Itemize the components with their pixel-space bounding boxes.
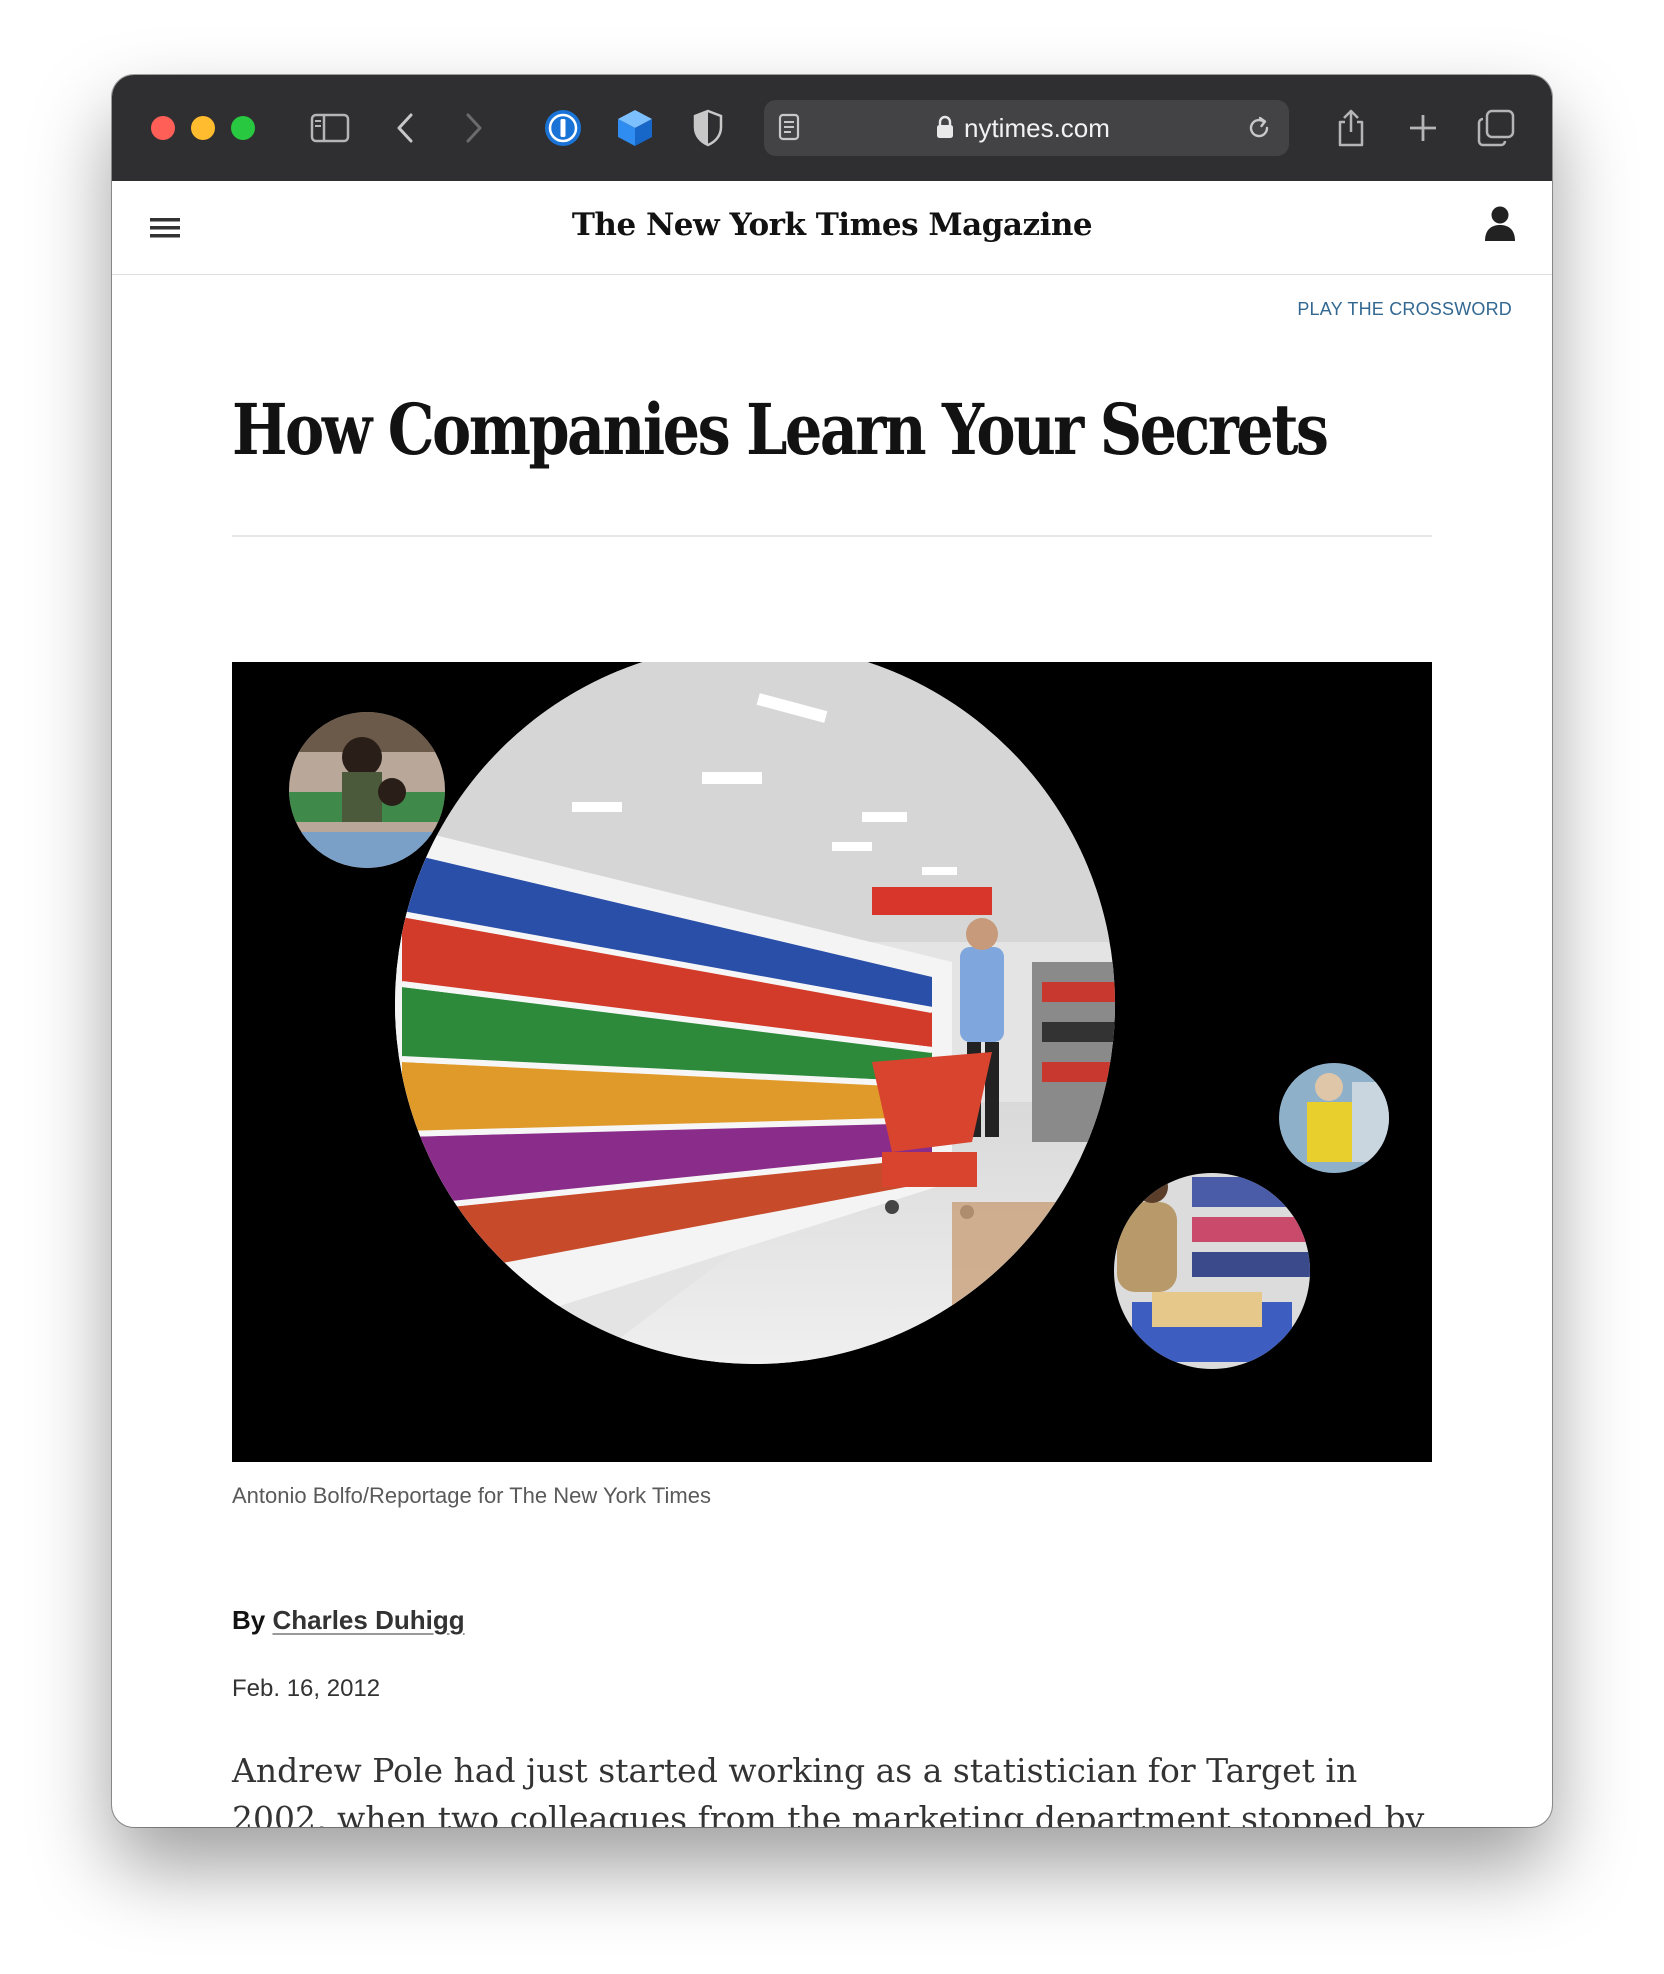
headline-divider [232, 535, 1432, 537]
author-link[interactable]: Charles Duhigg [272, 1605, 464, 1635]
address-bar[interactable]: nytimes.com [764, 100, 1289, 156]
article-headline: How Companies Learn Your Secrets [232, 388, 1329, 471]
browser-toolbar: nytimes.com [112, 75, 1552, 182]
close-window-button[interactable] [151, 116, 175, 140]
extension-cube-icon[interactable] [612, 105, 658, 151]
byline: By Charles Duhigg [232, 1605, 465, 1636]
password-manager-icon[interactable] [540, 105, 586, 151]
url-text[interactable]: nytimes.com [964, 114, 1110, 142]
tab-overview-icon[interactable] [1473, 105, 1519, 151]
sidebar-icon[interactable] [307, 105, 353, 151]
privacy-shield-icon[interactable] [685, 105, 731, 151]
masthead-logo[interactable]: The New York Times Magazine [112, 207, 1552, 243]
play-crossword-link[interactable]: PLAY THE CROSSWORD [1297, 299, 1512, 320]
publish-date: Feb. 16, 2012 [232, 1675, 381, 1702]
back-icon[interactable] [382, 105, 428, 151]
new-tab-icon[interactable] [1400, 105, 1446, 151]
article-lede: Andrew Pole had just started working as … [232, 1751, 1425, 1827]
share-icon[interactable] [1328, 105, 1374, 151]
reader-icon[interactable] [778, 113, 800, 146]
forward-icon[interactable] [451, 105, 497, 151]
lock-icon [936, 115, 954, 144]
store-aisle-photo [395, 662, 1115, 1364]
minimize-window-button[interactable] [191, 116, 215, 140]
image-credit: Antonio Bolfo/Reportage for The New York… [232, 1483, 711, 1508]
hero-image [232, 662, 1432, 1462]
zoom-window-button[interactable] [231, 116, 255, 140]
user-account-icon[interactable] [1484, 205, 1516, 248]
byline-prefix: By [232, 1605, 273, 1635]
checkout-photo [1114, 1173, 1310, 1369]
browser-window: nytimes.com The New York Times Magazine … [112, 75, 1552, 1827]
site-header: The New York Times Magazine [112, 181, 1552, 275]
shopper-yellow-photo [1279, 1063, 1389, 1173]
reload-icon[interactable] [1246, 115, 1272, 146]
